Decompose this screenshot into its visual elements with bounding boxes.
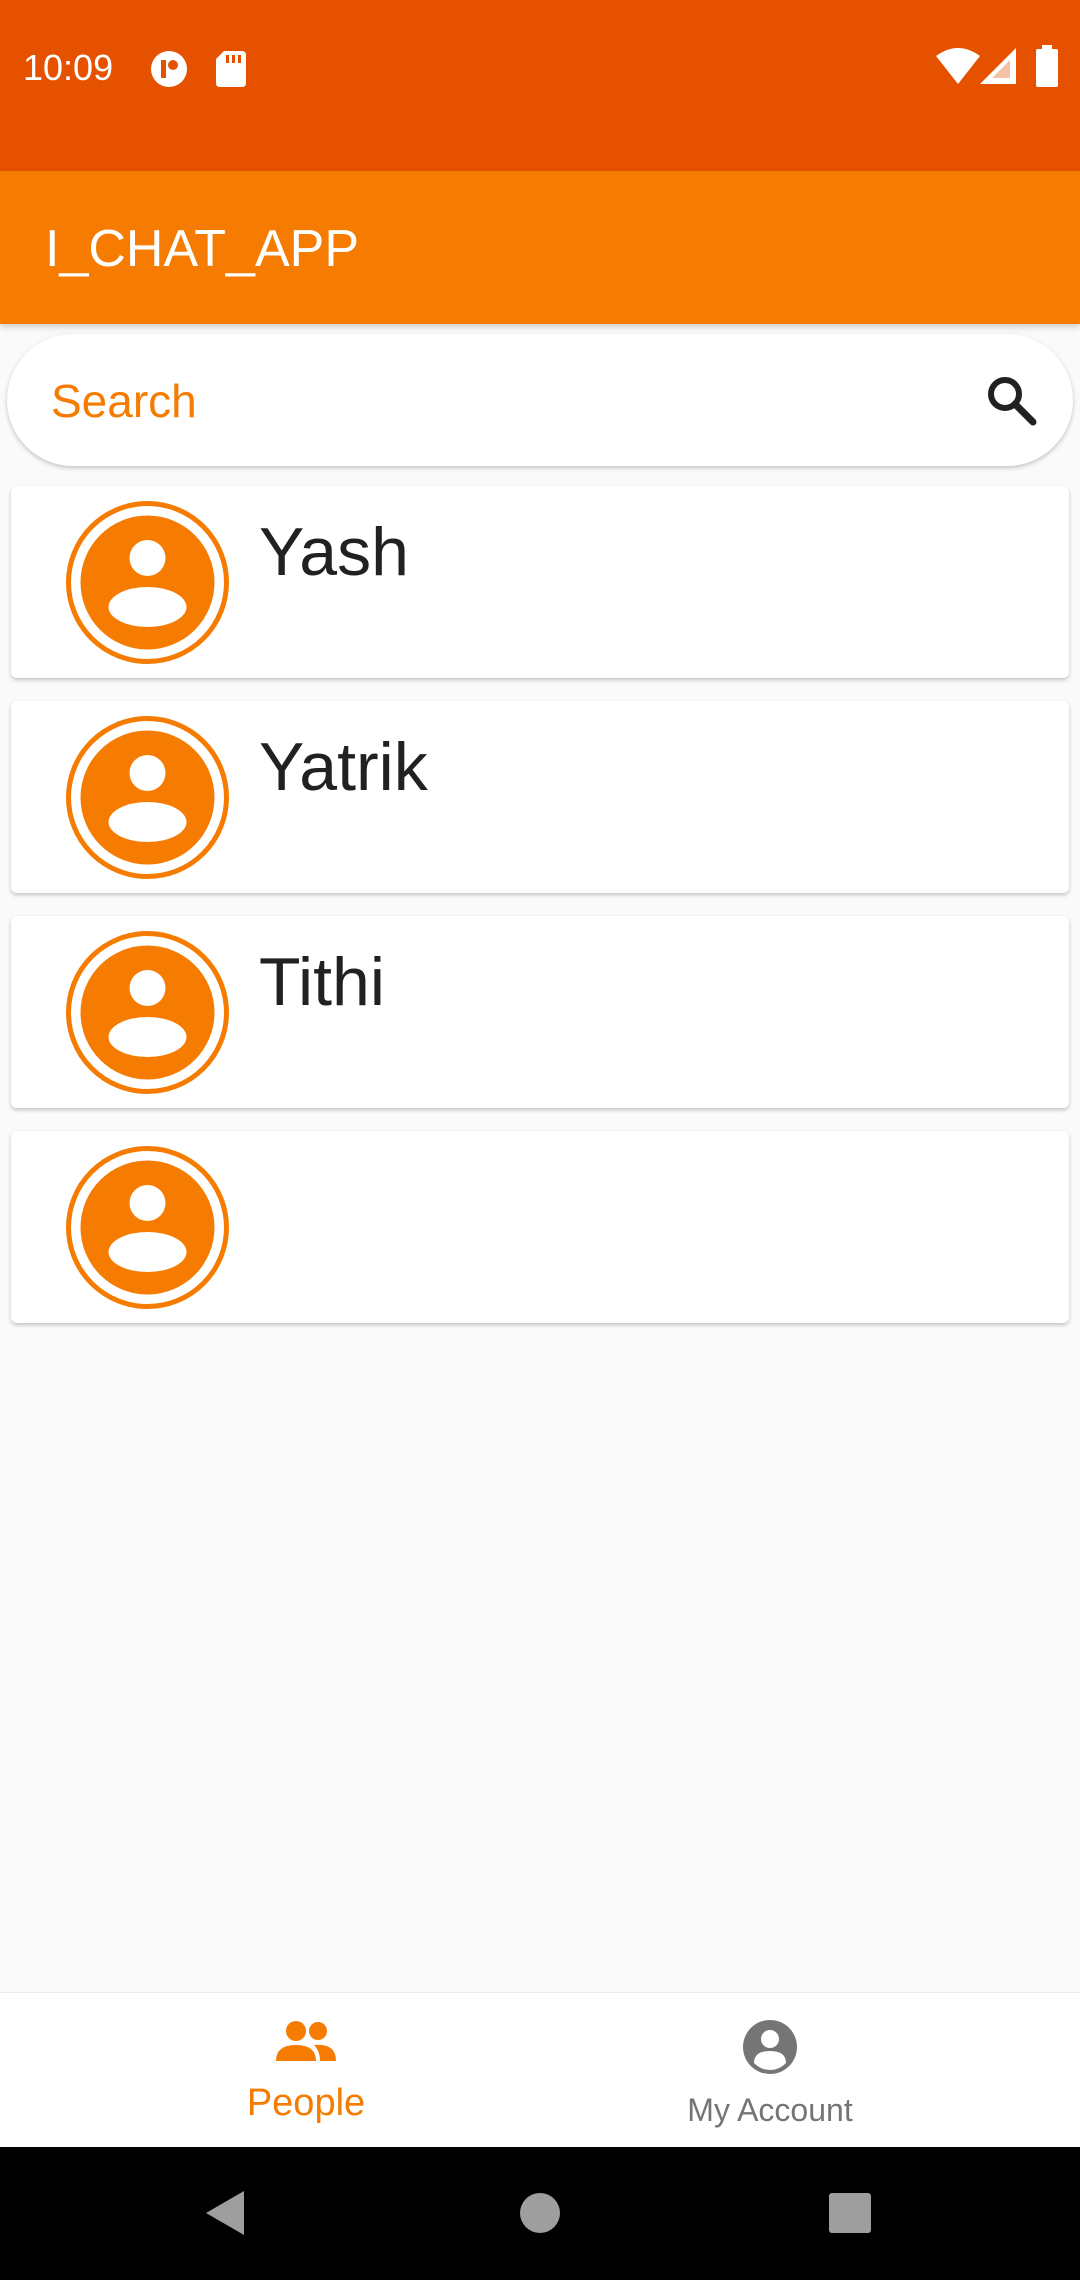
person-name: Yash (259, 514, 409, 590)
avatar-icon (66, 1146, 229, 1309)
account-circle-icon (743, 2020, 797, 2074)
system-navigation-bar (0, 2147, 1080, 2280)
search-bar[interactable]: Search (7, 334, 1073, 466)
nav-tab-my-account[interactable]: My Account (500, 1993, 1040, 2148)
person-list-item[interactable]: Tithi (11, 916, 1069, 1108)
avatar-icon (66, 501, 229, 664)
bottom-navigation: People My Account (0, 1992, 1080, 2148)
search-input[interactable]: Search (51, 374, 197, 428)
nav-label-people: People (246, 2082, 366, 2124)
wifi-icon (936, 48, 980, 84)
avatar-icon (66, 716, 229, 879)
person-list-item[interactable]: Yatrik (11, 701, 1069, 893)
people-icon (276, 2021, 336, 2061)
home-icon[interactable] (519, 2192, 561, 2234)
recents-icon[interactable] (829, 2193, 871, 2233)
person-name: Yatrik (259, 729, 428, 805)
signal-icon (980, 48, 1016, 84)
battery-icon (1036, 45, 1058, 87)
person-list-item[interactable]: Yash (11, 486, 1069, 678)
notification-app-icon (151, 51, 187, 87)
nav-tab-people[interactable]: People (36, 1993, 576, 2148)
app-title: I_CHAT_APP (45, 220, 360, 278)
status-bar: 10:09 (0, 0, 1080, 171)
person-list-item[interactable] (11, 1131, 1069, 1323)
status-time: 10:09 (23, 47, 114, 88)
person-name: Tithi (259, 944, 385, 1020)
avatar-icon (66, 931, 229, 1094)
nav-label-my-account: My Account (687, 2092, 853, 2128)
sd-card-icon (216, 51, 246, 87)
back-icon[interactable] (204, 2189, 246, 2237)
app-bar: I_CHAT_APP (0, 171, 1080, 324)
search-icon[interactable] (983, 372, 1039, 428)
